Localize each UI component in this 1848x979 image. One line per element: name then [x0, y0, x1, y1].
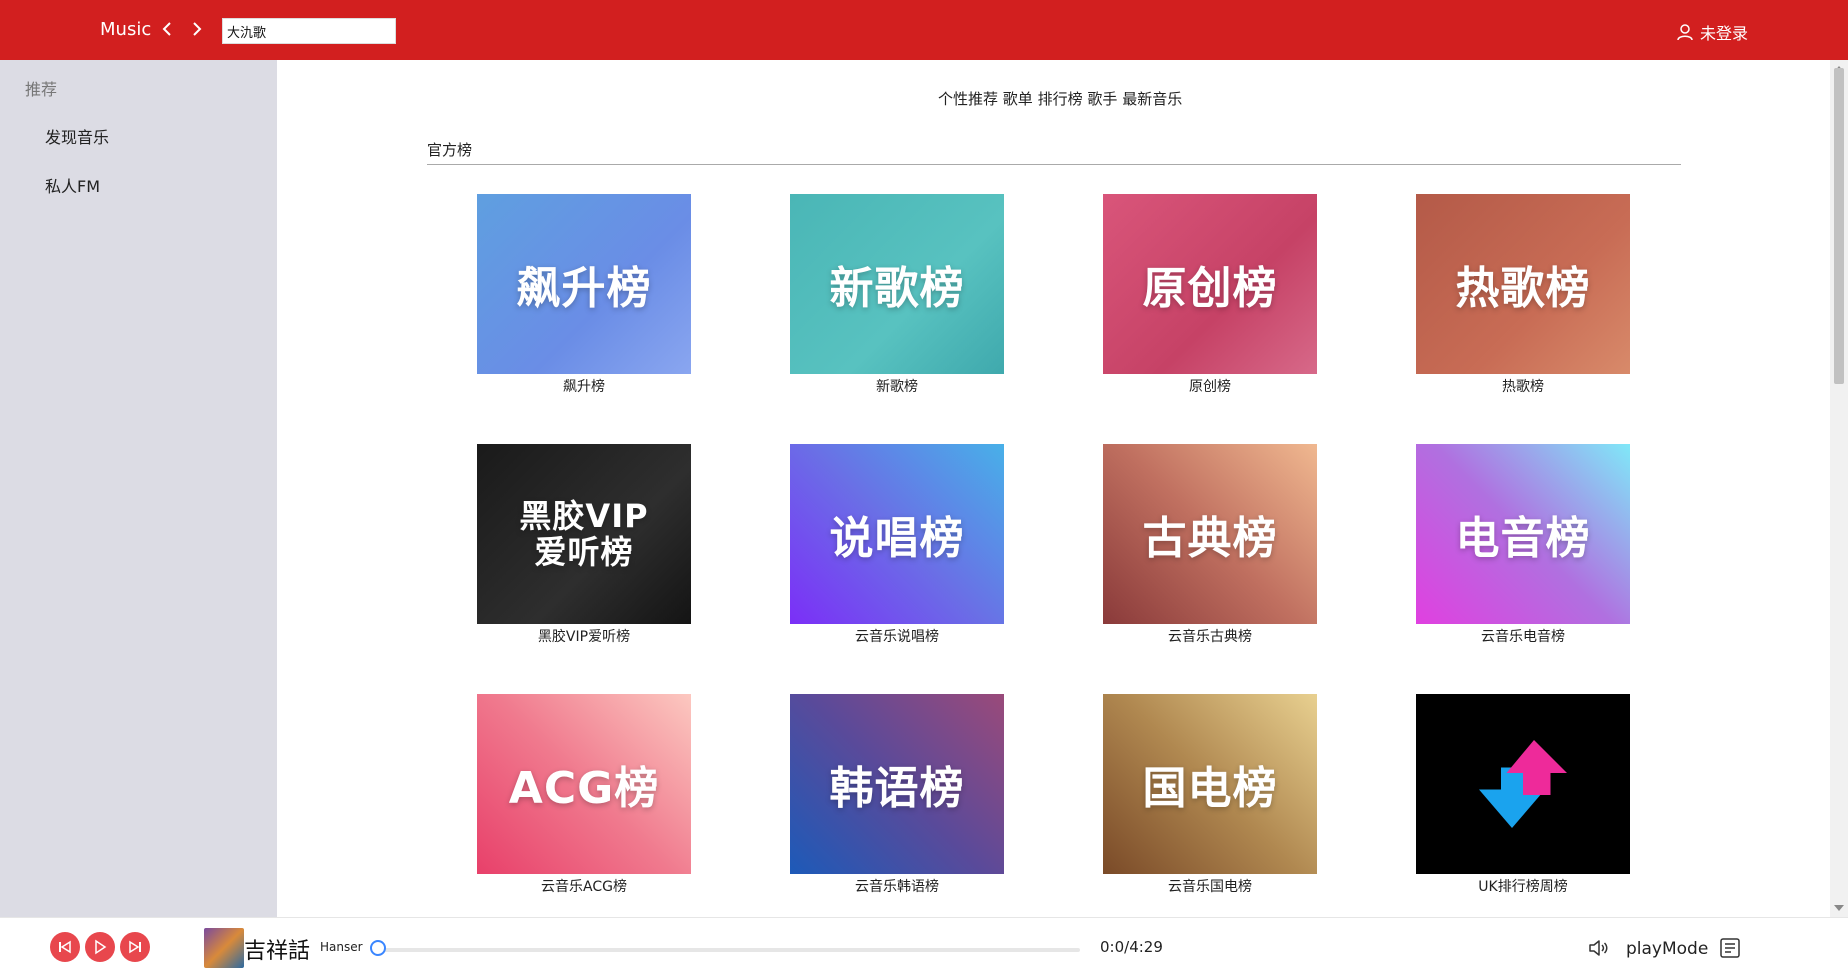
tab-charts[interactable]: 排行榜: [1038, 90, 1083, 108]
cover-text: ACG榜: [508, 763, 660, 814]
chart-cover[interactable]: 国电榜: [1103, 694, 1317, 874]
play-button[interactable]: [85, 932, 115, 962]
scroll-down-arrow[interactable]: [1834, 905, 1844, 911]
chart-card[interactable]: 古典榜 云音乐古典榜: [1103, 444, 1317, 646]
skip-forward-icon: [129, 940, 141, 954]
cover-text: 电音榜: [1455, 513, 1591, 564]
cover-text: 热歌榜: [1455, 263, 1591, 314]
previous-track-button[interactable]: [50, 932, 80, 962]
chart-cover[interactable]: [1416, 694, 1630, 874]
cover-text: 说唱榜: [829, 513, 965, 564]
main-content: 个性推荐 歌单 排行榜 歌手 最新音乐 官方榜 飙升榜 飙升榜 新歌榜 新歌榜 原创榜原…: [277, 60, 1830, 917]
chart-card[interactable]: ACG榜云音乐ACG榜: [477, 694, 691, 896]
artist-name: Hanser: [320, 940, 363, 954]
album-art: [204, 928, 244, 968]
chart-card[interactable]: 黑胶VIP 爱听榜黑胶VIP爱听榜: [477, 444, 691, 646]
time-display: 0:0/4:29: [1100, 938, 1163, 956]
cover-text: 古典榜: [1142, 513, 1278, 564]
chart-cover[interactable]: 飙升榜: [477, 194, 691, 374]
chart-cover[interactable]: 说唱榜: [790, 444, 1004, 624]
chart-label: 云音乐说唱榜: [855, 629, 939, 645]
chart-label: 飙升榜: [563, 379, 605, 395]
chart-label: 云音乐国电榜: [1168, 879, 1252, 895]
chart-label: 云音乐韩语榜: [855, 879, 939, 895]
sidebar-item-personal-fm[interactable]: 私人FM: [45, 173, 100, 197]
chart-cover[interactable]: 韩语榜: [790, 694, 1004, 874]
login-link[interactable]: 未登录: [1676, 20, 1748, 44]
cover-text: 新歌榜: [829, 263, 965, 314]
chart-label: UK排行榜周榜: [1478, 879, 1568, 895]
cover-text: 飙升榜: [516, 263, 652, 314]
volume-icon[interactable]: [1586, 936, 1610, 960]
chart-label: 云音乐电音榜: [1481, 629, 1565, 645]
chart-card[interactable]: UK排行榜周榜: [1416, 694, 1630, 896]
up-down-arrows-icon: [1479, 740, 1567, 828]
cover-text: 黑胶VIP 爱听榜: [519, 497, 649, 571]
cover-text: 国电榜: [1142, 763, 1278, 814]
chart-card[interactable]: 飙升榜 飙升榜: [477, 194, 691, 396]
back-button[interactable]: [156, 18, 178, 40]
chevron-right-icon: [193, 22, 202, 36]
chart-card[interactable]: 韩语榜 云音乐韩语榜: [790, 694, 1004, 896]
chart-card[interactable]: 热歌榜 热歌榜: [1416, 194, 1630, 396]
chart-cover[interactable]: ACG榜: [477, 694, 691, 874]
tab-recommend[interactable]: 个性推荐: [938, 90, 998, 108]
sidebar-item-discover-music[interactable]: 发现音乐: [45, 124, 109, 148]
section-title: 官方榜: [427, 141, 473, 159]
chart-label: 原创榜: [1189, 379, 1231, 395]
player-bar: 吉祥話 Hanser 0:0/4:29 playMode: [0, 917, 1848, 979]
chart-card[interactable]: 原创榜 原创榜: [1103, 194, 1317, 396]
song-title: 吉祥話: [244, 939, 311, 964]
chart-cover[interactable]: 黑胶VIP 爱听榜: [477, 444, 691, 624]
chart-label: 云音乐古典榜: [1168, 629, 1252, 645]
login-label: 未登录: [1700, 24, 1749, 43]
chart-label: 新歌榜: [876, 379, 918, 395]
cover-text: 韩语榜: [829, 763, 965, 814]
chart-cover[interactable]: 原创榜: [1103, 194, 1317, 374]
chart-label: 热歌榜: [1502, 379, 1544, 395]
scrollbar-thumb[interactable]: [1834, 68, 1844, 384]
forward-button[interactable]: [186, 18, 208, 40]
tab-new-music[interactable]: 最新音乐: [1122, 90, 1182, 108]
user-icon: [1677, 24, 1693, 41]
chart-card[interactable]: 国电榜 云音乐国电榜: [1103, 694, 1317, 896]
chart-label: 云音乐ACG榜: [541, 879, 627, 895]
section-divider: [427, 164, 1681, 165]
sidebar-group-label: 推荐: [25, 80, 58, 99]
next-track-button[interactable]: [120, 932, 150, 962]
chart-cover[interactable]: 新歌榜: [790, 194, 1004, 374]
tab-artists[interactable]: 歌手: [1087, 90, 1117, 108]
chart-card[interactable]: 说唱榜 云音乐说唱榜: [790, 444, 1004, 646]
chart-card[interactable]: 电音榜 云音乐电音榜: [1416, 444, 1630, 646]
chart-cover[interactable]: 热歌榜: [1416, 194, 1630, 374]
progress-knob[interactable]: [370, 940, 386, 956]
chart-cover[interactable]: 古典榜: [1103, 444, 1317, 624]
chart-cover[interactable]: 电音榜: [1416, 444, 1630, 624]
play-icon: [95, 939, 107, 955]
playlist-icon[interactable]: [1718, 936, 1742, 960]
sidebar: 推荐 发现音乐 私人FM: [0, 60, 277, 917]
play-mode-button[interactable]: playMode: [1626, 939, 1708, 959]
tab-playlists[interactable]: 歌单: [1003, 90, 1033, 108]
top-header: Music 未登录: [0, 0, 1848, 60]
brand-title: Music: [100, 19, 152, 40]
search-input[interactable]: [222, 18, 396, 44]
chevron-left-icon: [162, 22, 171, 36]
scrollbar[interactable]: [1830, 60, 1848, 917]
progress-bar[interactable]: [380, 948, 1080, 952]
chart-card[interactable]: 新歌榜 新歌榜: [790, 194, 1004, 396]
tab-bar: 个性推荐 歌单 排行榜 歌手 最新音乐: [938, 88, 1182, 109]
cover-text: 原创榜: [1142, 263, 1278, 314]
skip-back-icon: [59, 940, 71, 954]
chart-label: 黑胶VIP爱听榜: [537, 629, 631, 645]
